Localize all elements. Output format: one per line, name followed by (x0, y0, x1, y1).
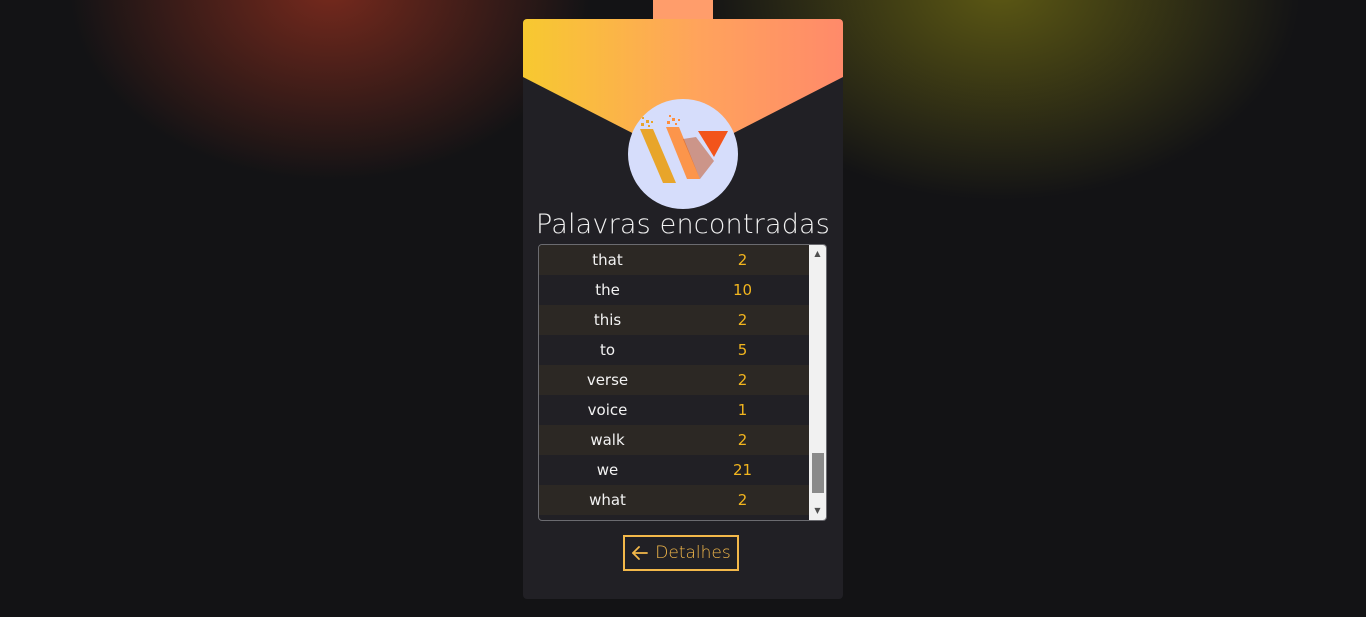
logo-avatar (628, 99, 738, 209)
count-cell: 2 (737, 431, 748, 449)
scroll-up-arrow-icon[interactable]: ▲ (809, 246, 826, 262)
word-cell: what (589, 491, 626, 509)
word-cell: that (592, 251, 623, 269)
results-card: Palavras encontradas that 2 the 10 this … (523, 19, 843, 599)
table-row: verse 2 (539, 365, 809, 395)
count-cell: 1 (737, 401, 748, 419)
word-count-table[interactable]: that 2 the 10 this 2 to 5 verse 2 voice … (538, 244, 827, 521)
table-row: to 5 (539, 335, 809, 365)
count-cell: 10 (732, 281, 753, 299)
table-row: walk 2 (539, 425, 809, 455)
word-cell: voice (587, 401, 628, 419)
table-scrollbar[interactable]: ▲ ▼ (809, 245, 826, 520)
table-row: that 2 (539, 245, 809, 275)
w-logo-icon (640, 115, 728, 183)
word-cell: to (599, 341, 616, 359)
table-body: that 2 the 10 this 2 to 5 verse 2 voice … (539, 245, 809, 515)
table-row: the 10 (539, 275, 809, 305)
word-cell: this (593, 311, 622, 329)
scroll-thumb[interactable] (812, 453, 824, 493)
scroll-down-arrow-icon[interactable]: ▼ (809, 503, 826, 519)
word-cell: verse (586, 371, 629, 389)
arrow-left-icon (632, 546, 649, 560)
word-cell: walk (590, 431, 625, 449)
table-row: voice 1 (539, 395, 809, 425)
table-row: what 2 (539, 485, 809, 515)
table-row: we 21 (539, 455, 809, 485)
count-cell: 2 (737, 491, 748, 509)
word-cell: we (596, 461, 619, 479)
details-button-label: Detalhes (655, 543, 731, 563)
word-cell: the (595, 281, 620, 299)
page-title: Palavras encontradas (535, 209, 831, 240)
count-cell: 2 (737, 311, 748, 329)
count-cell: 21 (732, 461, 753, 479)
count-cell: 2 (737, 371, 748, 389)
count-cell: 2 (737, 251, 748, 269)
details-button[interactable]: Detalhes (623, 535, 739, 571)
table-row: this 2 (539, 305, 809, 335)
count-cell: 5 (737, 341, 748, 359)
